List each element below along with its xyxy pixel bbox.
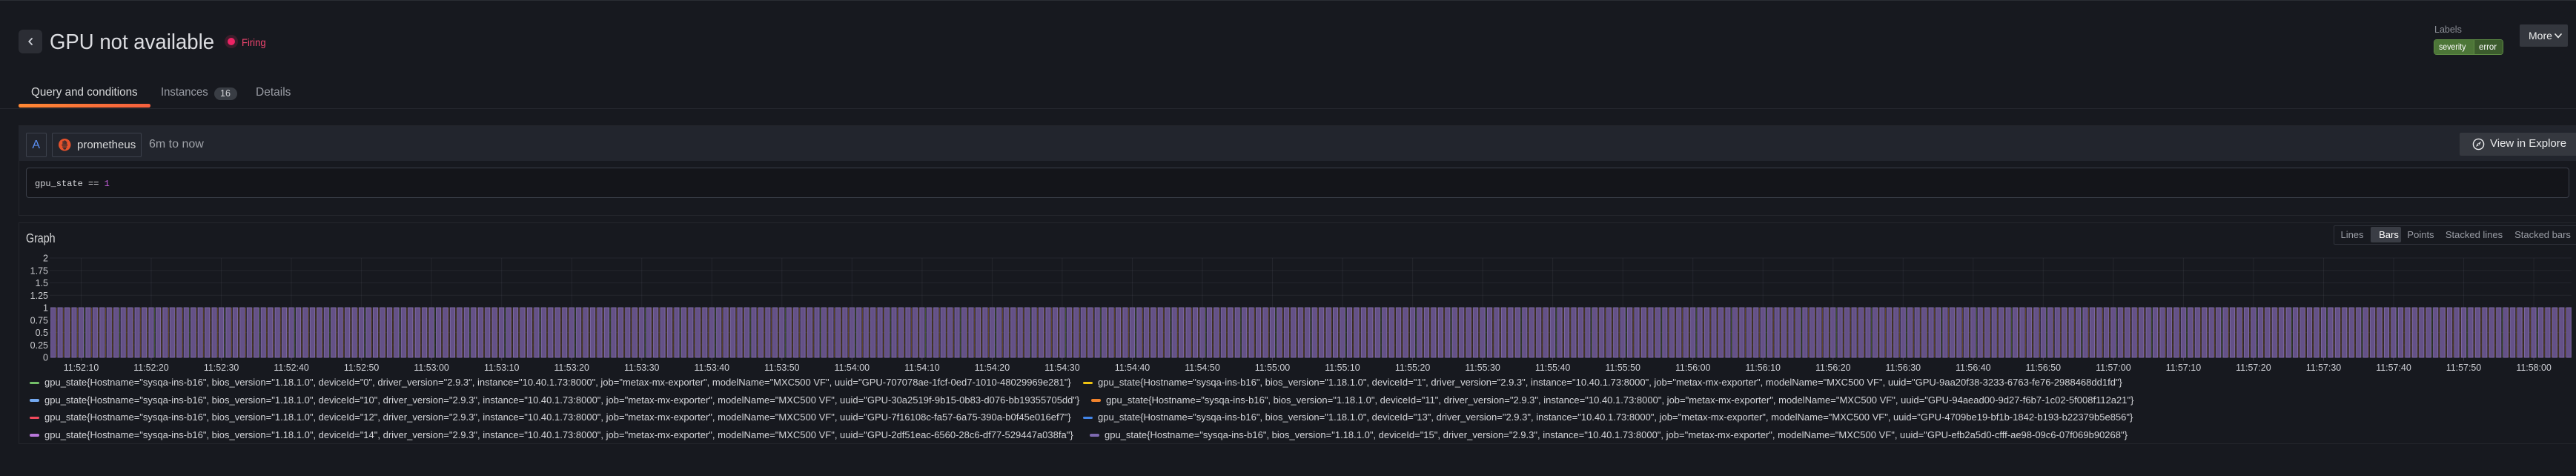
svg-text:0.75: 0.75 <box>30 315 48 325</box>
svg-text:11:54:40: 11:54:40 <box>1115 362 1150 373</box>
svg-text:11:53:30: 11:53:30 <box>624 362 659 373</box>
svg-text:11:55:00: 11:55:00 <box>1255 362 1290 373</box>
svg-text:11:54:10: 11:54:10 <box>904 362 939 373</box>
svg-text:11:52:20: 11:52:20 <box>133 362 168 373</box>
svg-text:11:53:10: 11:53:10 <box>484 362 519 373</box>
svg-text:11:57:10: 11:57:10 <box>2166 362 2201 373</box>
svg-text:11:57:40: 11:57:40 <box>2376 362 2411 373</box>
svg-text:11:54:30: 11:54:30 <box>1044 362 1079 373</box>
svg-text:11:58:00: 11:58:00 <box>2516 362 2551 373</box>
svg-text:1.25: 1.25 <box>30 291 48 301</box>
svg-text:1.75: 1.75 <box>30 265 48 276</box>
svg-text:11:56:10: 11:56:10 <box>1745 362 1780 373</box>
svg-text:11:52:30: 11:52:30 <box>204 362 239 373</box>
svg-text:0: 0 <box>43 353 48 363</box>
svg-text:11:57:50: 11:57:50 <box>2446 362 2481 373</box>
svg-text:11:56:40: 11:56:40 <box>1956 362 1990 373</box>
svg-text:11:55:10: 11:55:10 <box>1325 362 1360 373</box>
svg-text:11:52:50: 11:52:50 <box>344 362 379 373</box>
svg-text:11:53:00: 11:53:00 <box>414 362 448 373</box>
svg-text:11:57:20: 11:57:20 <box>2236 362 2271 373</box>
svg-text:11:55:40: 11:55:40 <box>1535 362 1570 373</box>
svg-text:1: 1 <box>43 303 48 314</box>
svg-text:1.5: 1.5 <box>36 278 48 288</box>
svg-text:11:56:50: 11:56:50 <box>2026 362 2061 373</box>
svg-text:11:57:30: 11:57:30 <box>2306 362 2341 373</box>
svg-text:11:52:40: 11:52:40 <box>274 362 308 373</box>
svg-text:11:56:30: 11:56:30 <box>1886 362 1921 373</box>
svg-text:11:56:20: 11:56:20 <box>1815 362 1850 373</box>
svg-text:2: 2 <box>43 254 48 264</box>
svg-text:0.25: 0.25 <box>30 340 48 351</box>
svg-text:11:55:20: 11:55:20 <box>1395 362 1430 373</box>
svg-text:11:53:40: 11:53:40 <box>695 362 729 373</box>
svg-text:11:55:50: 11:55:50 <box>1605 362 1640 373</box>
svg-text:0.5: 0.5 <box>36 328 48 338</box>
svg-text:11:53:20: 11:53:20 <box>554 362 589 373</box>
svg-text:11:56:00: 11:56:00 <box>1675 362 1710 373</box>
svg-text:11:54:20: 11:54:20 <box>975 362 1010 373</box>
svg-text:11:54:00: 11:54:00 <box>835 362 870 373</box>
svg-text:11:52:10: 11:52:10 <box>64 362 99 373</box>
svg-text:11:57:00: 11:57:00 <box>2096 362 2130 373</box>
svg-text:11:53:50: 11:53:50 <box>764 362 799 373</box>
svg-text:11:54:50: 11:54:50 <box>1185 362 1219 373</box>
svg-text:11:55:30: 11:55:30 <box>1465 362 1500 373</box>
